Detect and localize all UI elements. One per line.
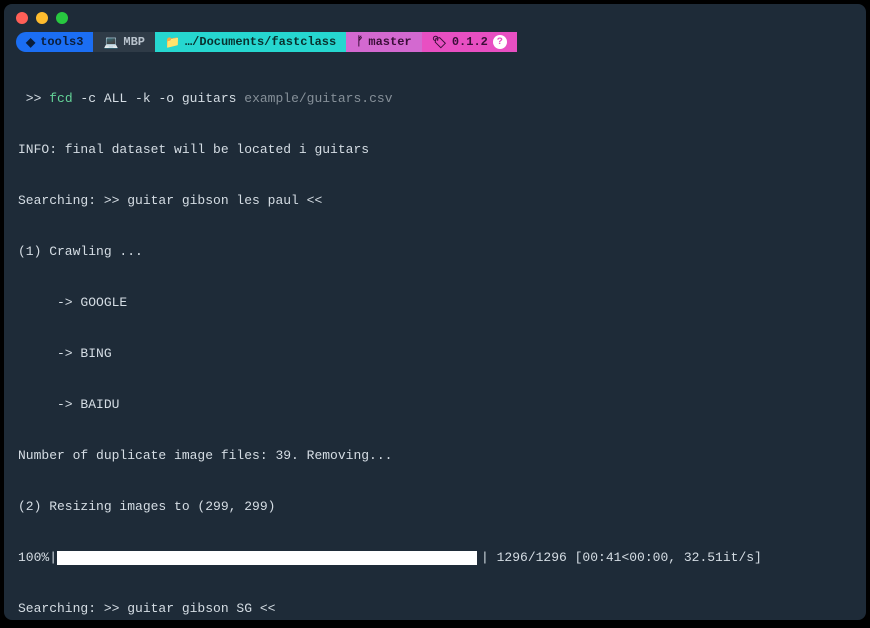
progress-fill [57,551,477,565]
progress-stats: | 1296/1296 [00:41<00:00, 32.51it/s] [481,549,762,566]
command: fcd [49,91,72,106]
output-line: Number of duplicate image files: 39. Rem… [18,447,852,464]
seg-env: ◆ tools3 [16,32,93,52]
host-label: MBP [123,35,145,49]
output-line: -> GOOGLE [18,294,852,311]
output-line: -> BING [18,345,852,362]
seg-host: 💻 MBP [93,32,155,52]
seg-branch: ᚠ master [346,32,421,52]
seg-tag: 🏷 0.1.2 ? [422,32,517,52]
progress-bar: 100%| | 1296/1296 [00:41<00:00, 32.51it/s… [18,549,852,566]
tag-label: 0.1.2 [452,35,488,49]
minimize-icon[interactable] [36,12,48,24]
output-line: Searching: >> guitar gibson SG << [18,600,852,617]
terminal-window: ◆ tools3 💻 MBP 📁 …/Documents/fastclass ᚠ… [4,4,866,620]
command-path: example/guitars.csv [244,91,392,106]
folder-icon: 📁 [165,35,180,50]
output-line: Searching: >> guitar gibson les paul << [18,192,852,209]
output-line: INFO: final dataset will be located i gu… [18,141,852,158]
tag-icon: 🏷 [432,35,447,50]
path-label: …/Documents/fastclass [185,35,336,49]
branch-icon: ᚠ [356,35,363,49]
output-line: (1) Crawling ... [18,243,852,260]
progress-percent: 100%| [18,549,57,566]
question-icon: ? [493,35,507,49]
output-line: -> BAIDU [18,396,852,413]
maximize-icon[interactable] [56,12,68,24]
status-bar: ◆ tools3 💻 MBP 📁 …/Documents/fastclass ᚠ… [16,32,854,52]
terminal-output[interactable]: >> fcd -c ALL -k -o guitars example/guit… [4,56,866,620]
env-label: tools3 [40,35,83,49]
close-icon[interactable] [16,12,28,24]
prompt-line: >> fcd -c ALL -k -o guitars example/guit… [18,90,852,107]
prompt-symbol: >> [18,91,49,106]
diamond-icon: ◆ [26,35,35,50]
output-line: (2) Resizing images to (299, 299) [18,498,852,515]
titlebar [4,4,866,32]
seg-path: 📁 …/Documents/fastclass [155,32,346,52]
branch-label: master [368,35,411,49]
command-args: -c ALL -k -o guitars [73,91,245,106]
laptop-icon: 💻 [103,35,118,50]
